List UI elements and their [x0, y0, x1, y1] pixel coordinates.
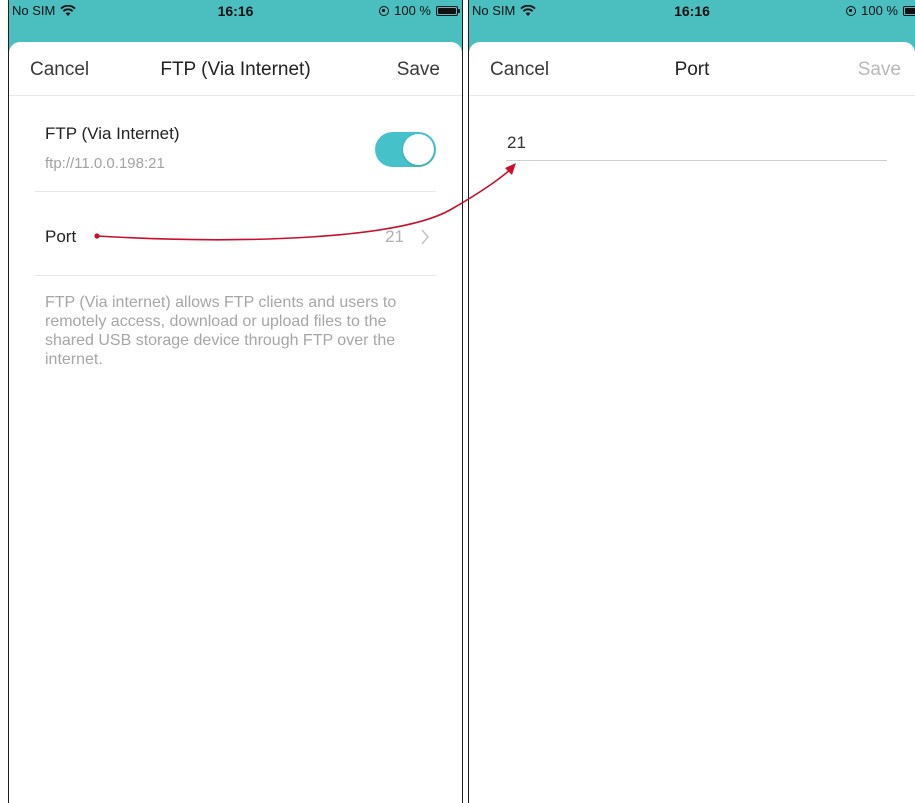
toggle-knob	[403, 134, 434, 165]
port-row-value: 21	[385, 227, 404, 246]
cancel-button[interactable]: Cancel	[30, 59, 89, 81]
port-row-label: Port	[45, 227, 77, 246]
cancel-button[interactable]: Cancel	[490, 59, 549, 81]
battery-icon	[436, 5, 460, 16]
ftp-enable-toggle[interactable]	[375, 132, 436, 167]
status-battery: 100 %	[379, 3, 460, 18]
port-edit-screen: No SIM 16:16 100 % Cancel Port Save 21	[468, 0, 915, 803]
chevron-right-icon	[420, 228, 430, 251]
orientation-lock-icon	[379, 5, 390, 16]
port-edit-sheet: Cancel Port Save	[469, 42, 915, 803]
page-canvas: No SIM 16:16 100 % Cancel FTP (Via Inter…	[0, 0, 915, 803]
navbar: Cancel FTP (Via Internet) Save	[9, 42, 462, 96]
ftp-address: ftp://11.0.0.198:21	[45, 155, 165, 172]
battery-percent: 100 %	[394, 3, 431, 18]
status-bar: No SIM 16:16 100 %	[469, 0, 915, 36]
ftp-via-internet-row: FTP (Via Internet) ftp://11.0.0.198:21	[35, 124, 436, 192]
status-bar: No SIM 16:16 100 %	[9, 0, 462, 36]
battery-percent: 100 %	[861, 3, 898, 18]
save-button[interactable]: Save	[397, 59, 440, 81]
status-battery: 100 %	[846, 3, 915, 18]
port-input[interactable]	[506, 133, 887, 161]
orientation-lock-icon	[846, 5, 857, 16]
ftp-row-label: FTP (Via Internet)	[45, 124, 180, 143]
ftp-settings-screen: No SIM 16:16 100 % Cancel FTP (Via Inter…	[8, 0, 463, 803]
save-button[interactable]: Save	[858, 59, 901, 81]
port-row[interactable]: Port 21	[35, 192, 436, 276]
navbar: Cancel Port Save	[469, 42, 915, 96]
ftp-settings-sheet: Cancel FTP (Via Internet) Save FTP (Via …	[9, 42, 462, 803]
battery-icon	[903, 5, 915, 16]
ftp-description: FTP (Via internet) allows FTP clients an…	[45, 294, 397, 368]
